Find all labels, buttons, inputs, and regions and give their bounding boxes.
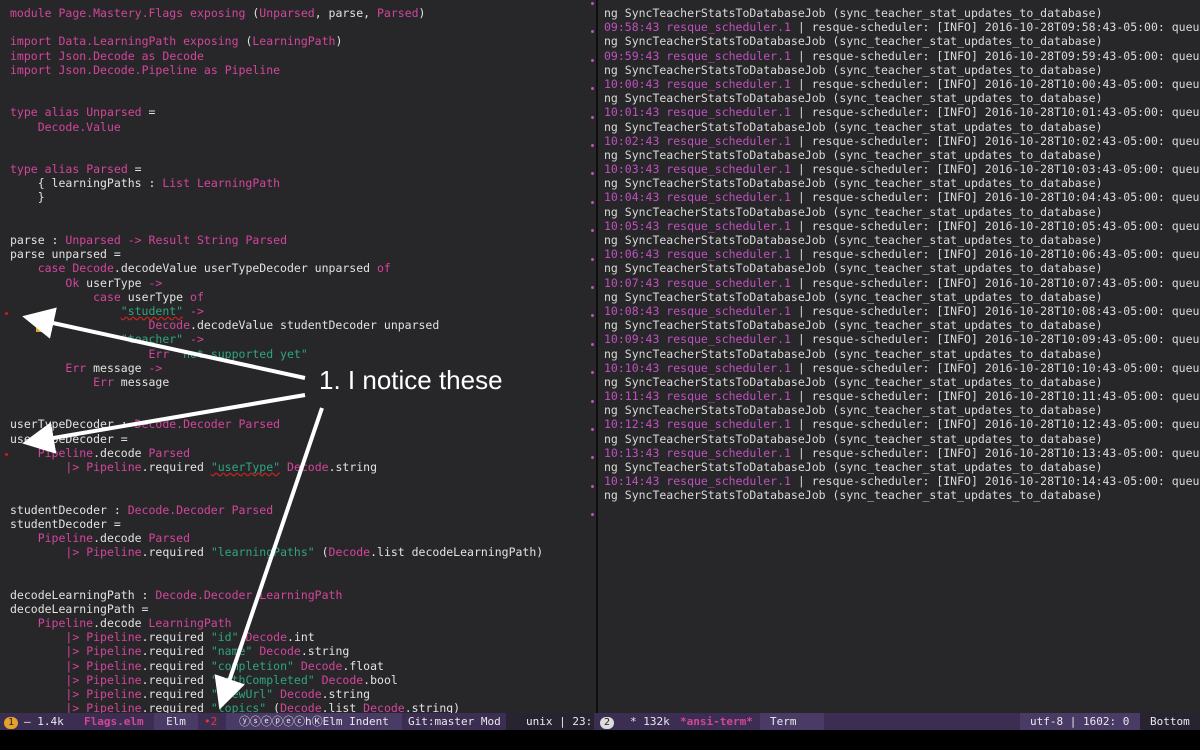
terminal-fringe-marker bbox=[591, 115, 594, 119]
term-mode[interactable]: Term bbox=[760, 713, 824, 730]
term-encoding: utf-8 | 1602: 0 bbox=[1020, 713, 1140, 730]
annotation-arrow bbox=[214, 407, 324, 710]
major-mode[interactable]: Elm bbox=[154, 713, 198, 730]
terminal-fringe-marker bbox=[591, 399, 594, 403]
term-position: Bottom bbox=[1140, 713, 1200, 730]
error-count[interactable]: •2 bbox=[204, 713, 217, 730]
terminal-fringe-marker bbox=[591, 286, 594, 289]
mode-line: 1 – 1.4k Flags.elm Elm •2 ⓨⓢⓔⓟⓔⓒhⓀElm In… bbox=[0, 713, 1200, 730]
annotation-arrow bbox=[22, 307, 306, 380]
echo-area bbox=[0, 730, 1200, 750]
window-number-badge-2: 2 bbox=[600, 713, 614, 730]
terminal-fringe-marker bbox=[591, 200, 594, 204]
git-branch[interactable]: Git:master Mod bbox=[408, 713, 501, 730]
terminal-fringe-marker bbox=[591, 484, 594, 488]
annotation-arrows bbox=[22, 307, 324, 710]
term-size: * 132k bbox=[630, 715, 670, 728]
annotation-arrow bbox=[22, 393, 306, 454]
terminal-fringe-marker bbox=[591, 428, 594, 431]
terminal-fringe-marker bbox=[591, 58, 594, 62]
terminal-fringe-marker bbox=[591, 2, 594, 5]
terminal-fringe-marker bbox=[591, 144, 594, 147]
minor-modes[interactable]: ⓨⓢⓔⓟⓔⓒhⓀElm Indent bbox=[226, 713, 402, 730]
buffer-name[interactable]: Flags.elm bbox=[84, 713, 144, 730]
file-size: – 1.4k bbox=[24, 715, 64, 728]
window-number-badge: 1 bbox=[4, 713, 18, 730]
term-buffer-name[interactable]: *ansi-term* bbox=[680, 713, 753, 730]
line-info: unix | 23: bbox=[506, 713, 594, 730]
terminal-fringe-marker bbox=[591, 257, 594, 261]
annotation-label: 1. I notice these bbox=[319, 365, 503, 395]
terminal-fringe-marker bbox=[591, 342, 594, 346]
